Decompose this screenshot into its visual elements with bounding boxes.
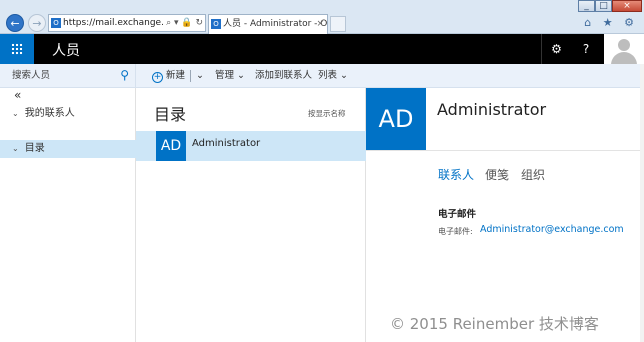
app-launcher-button[interactable] — [0, 34, 34, 64]
tab-contact[interactable]: 联系人 — [438, 166, 474, 183]
outlook-tab-icon: O — [211, 19, 221, 29]
chevron-down-icon: ⌄ — [12, 144, 19, 153]
settings-button[interactable]: ⚙ — [541, 34, 571, 64]
add-to-contacts-button[interactable]: 添加到联系人 — [255, 64, 312, 88]
tab-notes[interactable]: 便笺 — [485, 166, 509, 183]
people-list: 目录 按显示名称 AD Administrator — [136, 88, 366, 342]
nav-item-label: 我的联系人 — [24, 108, 75, 119]
tab-organization[interactable]: 组织 — [521, 166, 545, 183]
divider — [366, 150, 644, 151]
tab-title: 人员 - Administrator - Ou... — [223, 19, 328, 29]
list-item[interactable]: AD Administrator — [136, 131, 366, 161]
waffle-icon — [11, 43, 23, 55]
collapse-pane-icon[interactable]: « — [14, 88, 21, 102]
new-button[interactable]: + 新建 — [152, 64, 185, 88]
contact-initials-avatar: AD — [156, 131, 186, 161]
email-field-label: 电子邮件: — [438, 227, 473, 236]
browser-chrome: _ □ × ← → O https://mail.exchange.com/c … — [0, 0, 644, 34]
user-avatar[interactable] — [604, 34, 644, 64]
email-link[interactable]: Administrator@exchange.com — [480, 224, 624, 235]
contact-name: Administrator — [192, 138, 261, 149]
search-icon[interactable]: ⚲ — [120, 64, 129, 87]
browser-toolbar-icons[interactable]: ⌂ ★ ⚙ — [584, 16, 638, 29]
separator — [190, 70, 191, 82]
contact-detail: AD Administrator 联系人 便笺 组织 电子邮件 电子邮件: Ad… — [366, 88, 644, 342]
watermark: © 2015 Reinember 技术博客 — [390, 315, 599, 333]
folder-pane: « ⌄ 我的联系人 ⌄ 目录 — [0, 88, 136, 342]
minimize-button[interactable]: _ — [578, 0, 595, 12]
back-button[interactable]: ← — [6, 14, 24, 32]
address-bar[interactable]: O https://mail.exchange.com/c ⌕ ▾ 🔒 ↻ — [48, 14, 206, 32]
forward-button[interactable]: → — [28, 14, 46, 32]
new-tab-button[interactable] — [330, 16, 346, 32]
forward-arrow-icon: → — [32, 17, 42, 30]
contact-large-avatar: AD — [366, 88, 426, 150]
browser-tab[interactable]: O 人员 - Administrator - Ou... × — [208, 14, 328, 34]
chevron-down-icon: ⌄ — [12, 109, 19, 118]
back-arrow-icon: ← — [10, 17, 20, 30]
help-button[interactable]: ? — [571, 34, 601, 64]
maximize-button[interactable]: □ — [595, 0, 612, 12]
manage-label: 管理 — [215, 70, 235, 81]
contact-display-name: Administrator — [437, 100, 547, 119]
chevron-down-icon: ⌄ — [196, 70, 204, 81]
email-section-title: 电子邮件 — [438, 209, 477, 220]
add-circle-icon: + — [152, 72, 163, 83]
window-scrollbar[interactable] — [640, 64, 644, 342]
list-title: 目录 — [154, 105, 187, 124]
new-dropdown-button[interactable]: ⌄ — [196, 64, 204, 88]
nav-item-my-contacts[interactable]: ⌄ 我的联系人 — [0, 105, 136, 123]
address-tools-icons[interactable]: ⌕ ▾ 🔒 ↻ — [164, 15, 203, 31]
app-header: 人员 ⚙ ? — [0, 34, 644, 64]
new-label: 新建 — [166, 70, 186, 81]
nav-item-directory[interactable]: ⌄ 目录 — [0, 140, 136, 158]
close-window-button[interactable]: × — [612, 0, 642, 12]
chevron-down-icon: ⌄ — [340, 70, 349, 81]
sort-by-button[interactable]: 按显示名称 — [308, 108, 346, 119]
list-label: 列表 — [318, 70, 338, 81]
manage-button[interactable]: 管理 ⌄ — [215, 64, 245, 88]
search-placeholder: 搜索人员 — [12, 70, 51, 81]
gear-icon: ⚙ — [551, 42, 562, 56]
tab-close-icon[interactable]: × — [316, 15, 324, 33]
search-box[interactable]: 搜索人员 ⚲ — [0, 64, 136, 88]
list-view-button[interactable]: 列表 ⌄ — [318, 64, 348, 88]
avatar-body-shape — [611, 52, 637, 64]
nav-item-label: 目录 — [24, 143, 45, 154]
chevron-down-icon: ⌄ — [237, 70, 246, 81]
outlook-favicon-icon: O — [51, 18, 61, 28]
avatar-head-shape — [618, 39, 630, 51]
app-title: 人员 — [52, 43, 80, 59]
command-bar: 搜索人员 ⚲ + 新建 ⌄ 管理 ⌄ 添加到联系人 列表 ⌄ — [0, 64, 644, 88]
